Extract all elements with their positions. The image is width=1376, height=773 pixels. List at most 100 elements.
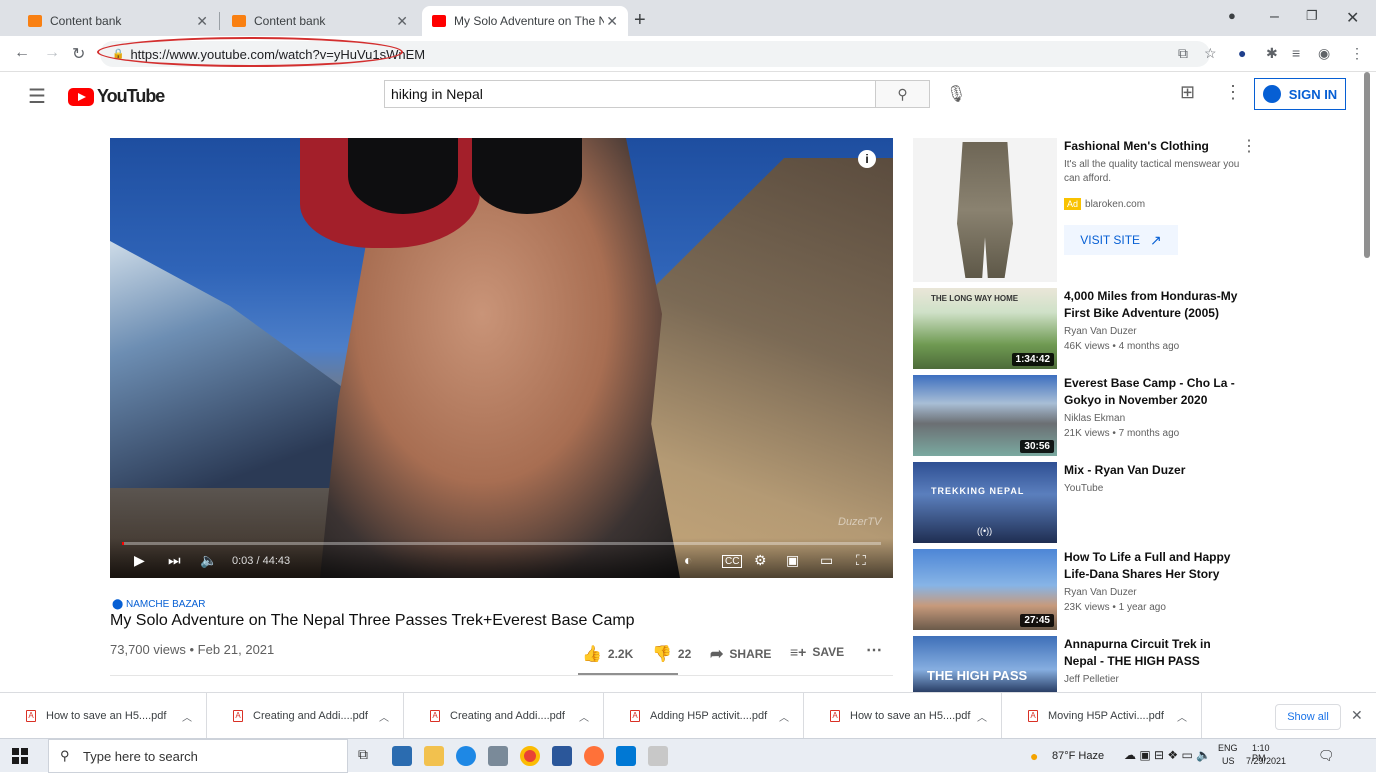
chevron-up-icon[interactable]: ︿ <box>379 709 389 724</box>
restore-button[interactable]: ❐ <box>1306 8 1318 24</box>
page-scrollbar[interactable] <box>1364 72 1370 258</box>
chevron-up-icon[interactable]: ︿ <box>579 709 589 724</box>
extensions-puzzle-icon[interactable]: ✱ <box>1266 45 1278 62</box>
tab-youtube-video[interactable]: My Solo Adventure on The Nepa ✕ <box>422 6 628 36</box>
related-title[interactable]: Everest Base Camp - Cho La - Gokyo in No… <box>1064 375 1244 409</box>
visit-site-button[interactable]: VISIT SITE ↗ <box>1064 225 1178 255</box>
close-icon[interactable]: ✕ <box>196 13 208 30</box>
youtube-logo[interactable]: YouTube <box>68 86 165 107</box>
reload-button[interactable]: ↻ <box>72 44 85 64</box>
download-item[interactable]: A Adding H5P activit....pdf ︿ <box>604 693 804 739</box>
profile-avatar-icon[interactable]: ◉ <box>1318 45 1330 62</box>
settings-more-icon[interactable]: ⋮ <box>1224 82 1242 103</box>
related-channel[interactable]: Ryan Van Duzer <box>1064 587 1137 598</box>
hamburger-menu-icon[interactable]: ☰ <box>28 84 46 109</box>
save-button[interactable]: ≡+ SAVE <box>790 644 844 660</box>
related-channel[interactable]: Jeff Pelletier <box>1064 674 1119 685</box>
chevron-up-icon[interactable]: ︿ <box>779 709 789 724</box>
next-icon[interactable]: ⏭ <box>168 552 181 569</box>
settings-gear-icon[interactable]: ⚙ <box>754 552 767 569</box>
related-thumbnail[interactable]: 27:45 <box>913 549 1057 630</box>
download-item[interactable]: A How to save an H5....pdf ︿ <box>804 693 1002 739</box>
forward-button[interactable]: → <box>44 44 60 62</box>
close-icon[interactable]: ✕ <box>396 13 408 30</box>
download-item[interactable]: A How to save an H5....pdf ︿ <box>0 693 207 739</box>
bookmark-star-icon[interactable]: ☆ <box>1204 45 1217 62</box>
search-input[interactable]: hiking in Nepal <box>384 80 876 108</box>
tab-content-bank-1[interactable]: Content bank ✕ <box>18 6 218 36</box>
chevron-up-icon[interactable]: ︿ <box>182 709 192 724</box>
app-icon[interactable] <box>488 746 508 766</box>
firefox-icon[interactable] <box>584 746 604 766</box>
volume-icon[interactable]: 🔈 <box>200 552 217 569</box>
chevron-up-icon[interactable]: ︿ <box>1177 709 1187 724</box>
related-title[interactable]: Annapurna Circuit Trek in Nepal - THE HI… <box>1064 636 1244 670</box>
theater-mode-icon[interactable]: ▭ <box>820 552 833 569</box>
weather-text[interactable]: 87°F Haze <box>1052 750 1104 762</box>
minimize-button[interactable]: – <box>1270 8 1279 26</box>
close-icon[interactable]: ✕ <box>1351 707 1363 724</box>
ad-more-icon[interactable]: ⋮ <box>1241 136 1257 156</box>
video-player[interactable]: DuzerTV i ▶ ⏭ 🔈 0:03 / 44:43 ◐ CC ⚙ ▣ ▭ … <box>110 138 893 578</box>
outlook-mail-icon[interactable] <box>616 746 636 766</box>
edge-browser-icon[interactable] <box>456 746 476 766</box>
reading-list-icon[interactable]: ≡ <box>1292 45 1300 61</box>
related-thumbnail[interactable]: 30:56 <box>913 375 1057 456</box>
play-icon[interactable]: ▶ <box>134 552 145 569</box>
related-thumbnail[interactable]: THE HIGH PASS <box>913 636 1057 692</box>
related-thumbnail[interactable]: THE LONG WAY HOME 1:34:42 <box>913 288 1057 369</box>
apps-grid-icon[interactable]: ⊞ <box>1180 82 1195 103</box>
download-item[interactable]: A Creating and Addi....pdf ︿ <box>207 693 404 739</box>
download-item[interactable]: A Creating and Addi....pdf ︿ <box>404 693 604 739</box>
progress-bar[interactable] <box>122 542 881 545</box>
browser-menu-icon[interactable]: ⋮ <box>1350 45 1364 62</box>
related-title[interactable]: How To Life a Full and Happy Life-Dana S… <box>1064 549 1244 583</box>
notifications-icon[interactable]: 🗨 <box>1318 748 1335 764</box>
file-explorer-icon[interactable] <box>424 746 444 766</box>
install-icon[interactable]: ⧉ <box>1178 45 1188 62</box>
show-all-button[interactable]: Show all <box>1275 704 1341 730</box>
related-meta: 21K views • 7 months ago <box>1064 428 1180 439</box>
player-controls: ▶ ⏭ 🔈 0:03 / 44:43 ◐ CC ⚙ ▣ ▭ ⛶ <box>110 538 893 578</box>
taskbar-search-input[interactable]: Type here to search <box>48 739 348 773</box>
fullscreen-icon[interactable]: ⛶ <box>856 552 866 569</box>
task-view-icon[interactable]: ⧉ <box>358 746 378 766</box>
related-channel[interactable]: Niklas Ekman <box>1064 413 1125 424</box>
tab-content-bank-2[interactable]: Content bank ✕ <box>222 6 418 36</box>
related-title[interactable]: Mix - Ryan Van Duzer <box>1064 462 1244 479</box>
chevron-up-icon[interactable]: ︿ <box>977 709 987 724</box>
tray-icons[interactable]: ☁ ▣ ⊟ ❖ ▭ 🔈 <box>1124 748 1211 762</box>
windows-start-icon[interactable] <box>12 748 28 764</box>
related-channel[interactable]: Ryan Van Duzer <box>1064 326 1137 337</box>
outlook-app-icon[interactable] <box>392 746 412 766</box>
lang-indicator[interactable]: ENG <box>1218 743 1238 753</box>
close-icon[interactable]: ✕ <box>606 13 618 30</box>
time-display: 0:03 / 44:43 <box>232 555 291 567</box>
profile-dot-icon[interactable]: ● <box>1228 8 1236 23</box>
ad-thumbnail[interactable] <box>913 138 1057 282</box>
word-app-icon[interactable] <box>552 746 572 766</box>
extension-k-icon[interactable]: ● <box>1238 45 1246 61</box>
ad-title[interactable]: Fashional Men's Clothing <box>1064 139 1209 153</box>
related-title[interactable]: 4,000 Miles from Honduras-My First Bike … <box>1064 288 1244 322</box>
back-button[interactable]: ← <box>14 44 30 62</box>
more-actions-icon[interactable]: ⋯ <box>866 640 882 660</box>
video-location[interactable]: ⬤ NAMCHE BAZAR <box>112 599 205 610</box>
share-button[interactable]: ➦ SHARE <box>710 644 771 664</box>
captions-icon[interactable]: CC <box>722 555 743 568</box>
miniplayer-icon[interactable]: ▣ <box>786 552 799 569</box>
store-app-icon[interactable] <box>648 746 668 766</box>
new-tab-button[interactable]: + <box>634 9 646 32</box>
sign-in-button[interactable]: SIGN IN <box>1254 78 1346 110</box>
related-thumbnail[interactable]: TREKKING NEPAL ((•)) <box>913 462 1057 543</box>
autoplay-toggle-icon[interactable]: ◐ <box>684 552 692 568</box>
related-channel[interactable]: YouTube <box>1064 483 1103 494</box>
like-button[interactable]: 👍 2.2K <box>582 644 633 664</box>
info-icon[interactable]: i <box>858 150 876 168</box>
download-item[interactable]: A Moving H5P Activi....pdf ︿ <box>1002 693 1202 739</box>
search-button[interactable]: ⚲ <box>876 80 930 108</box>
chrome-icon[interactable] <box>520 746 540 766</box>
window-close-button[interactable]: ✕ <box>1346 8 1359 28</box>
dislike-button[interactable]: 👎 22 <box>652 644 691 664</box>
microphone-icon[interactable]: 🎙 <box>946 84 966 104</box>
